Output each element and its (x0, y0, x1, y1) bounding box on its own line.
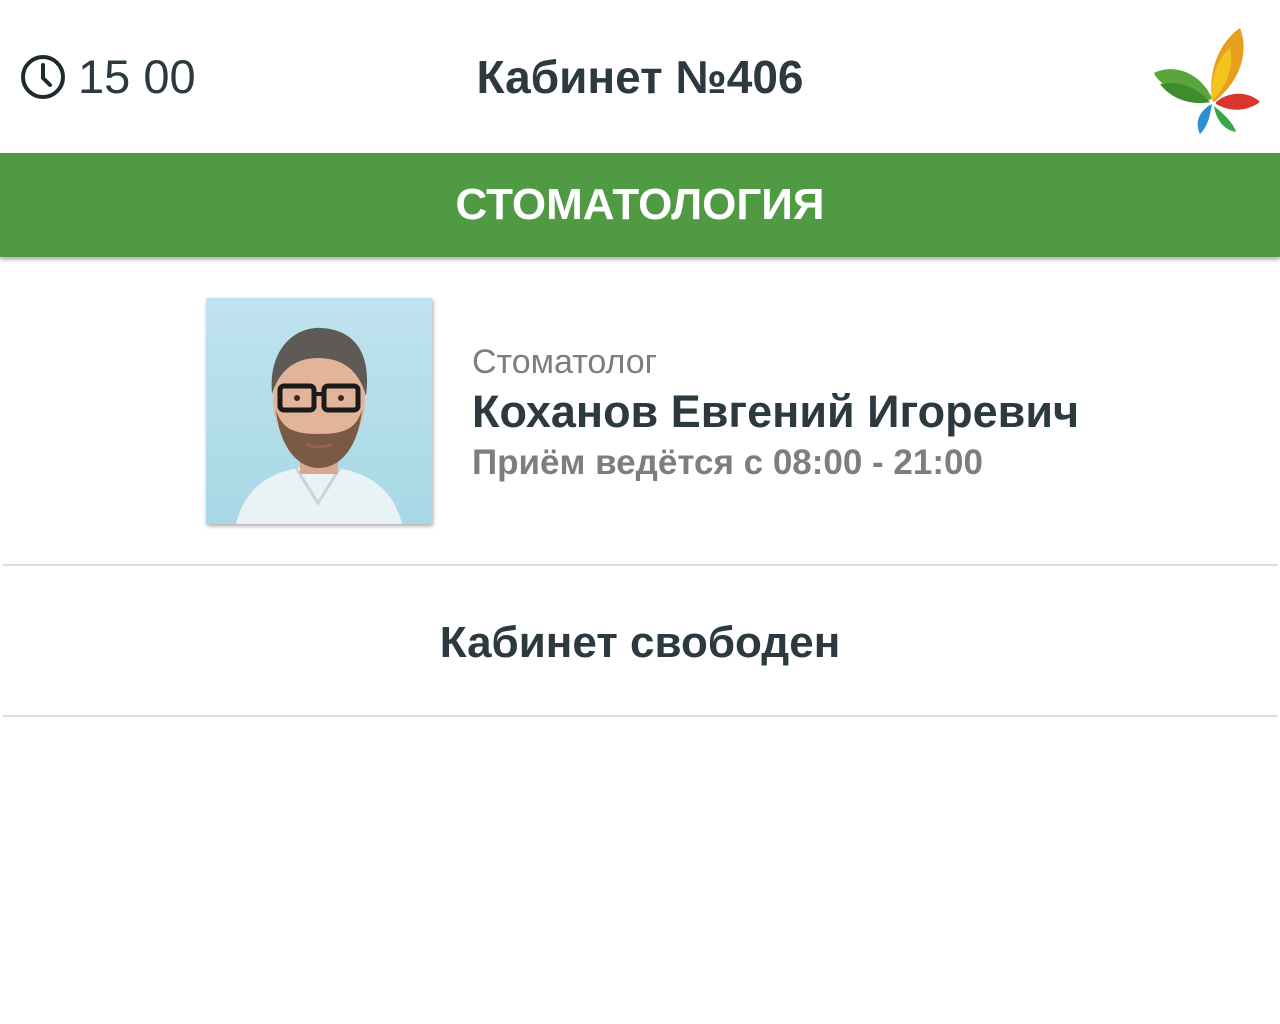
butterfly-logo-icon (1154, 28, 1260, 134)
doctor-name: Коханов Евгений Игоревич (472, 386, 1080, 437)
doctor-specialty: Стоматолог (472, 343, 658, 381)
doctor-photo (206, 298, 432, 524)
department-banner: СТОМАТОЛОГИЯ (0, 153, 1280, 257)
doctor-hours: Приём ведётся с 08:00 - 21:00 (472, 443, 983, 482)
divider (3, 564, 1278, 566)
divider (3, 715, 1278, 717)
header: 15 00 Кабинет №406 (0, 0, 1280, 153)
cabinet-title: Кабинет №406 (476, 51, 804, 103)
cabinet-status: Кабинет свободен (439, 618, 841, 667)
department-name: СТОМАТОЛОГИЯ (455, 180, 825, 229)
